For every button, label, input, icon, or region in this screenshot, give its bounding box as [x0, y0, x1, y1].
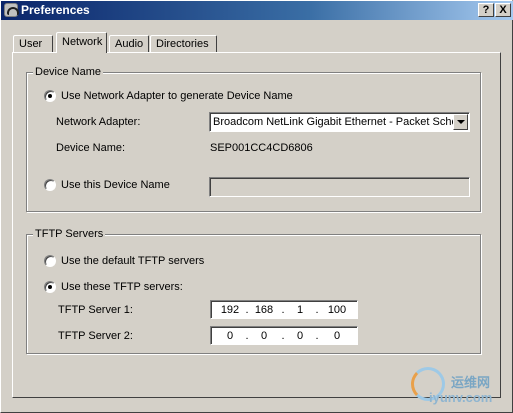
close-button[interactable]: X — [495, 3, 511, 17]
watermark-cn: 运维网 — [451, 375, 491, 390]
ip-octet[interactable]: 192 — [217, 304, 243, 316]
device-name-group-legend: Device Name — [33, 66, 104, 78]
tftp-server-1-field[interactable]: 192 . 168 . 1 . 100 — [210, 300, 358, 319]
network-adapter-label: Network Adapter: — [56, 116, 141, 128]
watermark-en: iyunv.com — [429, 390, 493, 405]
tab-directories[interactable]: Directories — [150, 35, 217, 52]
ip-octet[interactable]: 0 — [287, 330, 313, 342]
title-bar[interactable]: Preferences ? X — [1, 1, 513, 20]
ip-dot: . — [315, 330, 319, 342]
help-button[interactable]: ? — [478, 3, 494, 17]
device-name-label: Device Name: — [56, 142, 126, 154]
tftp-servers-group-legend: TFTP Servers — [33, 228, 106, 240]
use-this-device-name-radio[interactable] — [44, 179, 56, 191]
use-this-device-name-label[interactable]: Use this Device Name — [61, 179, 170, 191]
ip-octet[interactable]: 100 — [324, 304, 350, 316]
window-title: Preferences — [21, 3, 90, 17]
tftp-server-1-label: TFTP Server 1: — [58, 304, 133, 316]
ip-octet[interactable]: 168 — [251, 304, 277, 316]
default-tftp-radio[interactable] — [44, 255, 56, 267]
default-tftp-label[interactable]: Use the default TFTP servers — [61, 255, 204, 267]
ip-dot: . — [245, 330, 249, 342]
ip-dot: . — [281, 330, 285, 342]
ip-dot: . — [315, 304, 319, 316]
phone-app-icon — [4, 3, 19, 17]
tab-network[interactable]: Network — [56, 32, 107, 53]
ip-dot: . — [245, 304, 249, 316]
ip-octet[interactable]: 1 — [287, 304, 313, 316]
tab-user[interactable]: User — [13, 35, 53, 52]
network-adapter-value: Broadcom NetLink Gigabit Ethernet - Pack… — [213, 116, 453, 128]
device-name-value: SEP001CC4CD6806 — [210, 142, 313, 154]
use-network-adapter-radio[interactable] — [44, 90, 56, 102]
device-name-input[interactable] — [209, 177, 470, 197]
ip-octet[interactable]: 0 — [324, 330, 350, 342]
network-adapter-select[interactable]: Broadcom NetLink Gigabit Ethernet - Pack… — [209, 112, 470, 132]
ip-octet[interactable]: 0 — [251, 330, 277, 342]
use-these-tftp-radio[interactable] — [44, 281, 56, 293]
tftp-server-2-label: TFTP Server 2: — [58, 330, 133, 342]
use-network-adapter-label[interactable]: Use Network Adapter to generate Device N… — [61, 90, 293, 102]
use-these-tftp-label[interactable]: Use these TFTP servers: — [61, 281, 183, 293]
tab-audio[interactable]: Audio — [109, 35, 149, 52]
ip-dot: . — [281, 304, 285, 316]
preferences-window: Preferences ? X User Network Audio Direc… — [0, 0, 513, 413]
tftp-server-2-field[interactable]: 0 . 0 . 0 . 0 — [210, 326, 358, 345]
ip-octet[interactable]: 0 — [217, 330, 243, 342]
chevron-down-icon[interactable] — [453, 114, 468, 130]
